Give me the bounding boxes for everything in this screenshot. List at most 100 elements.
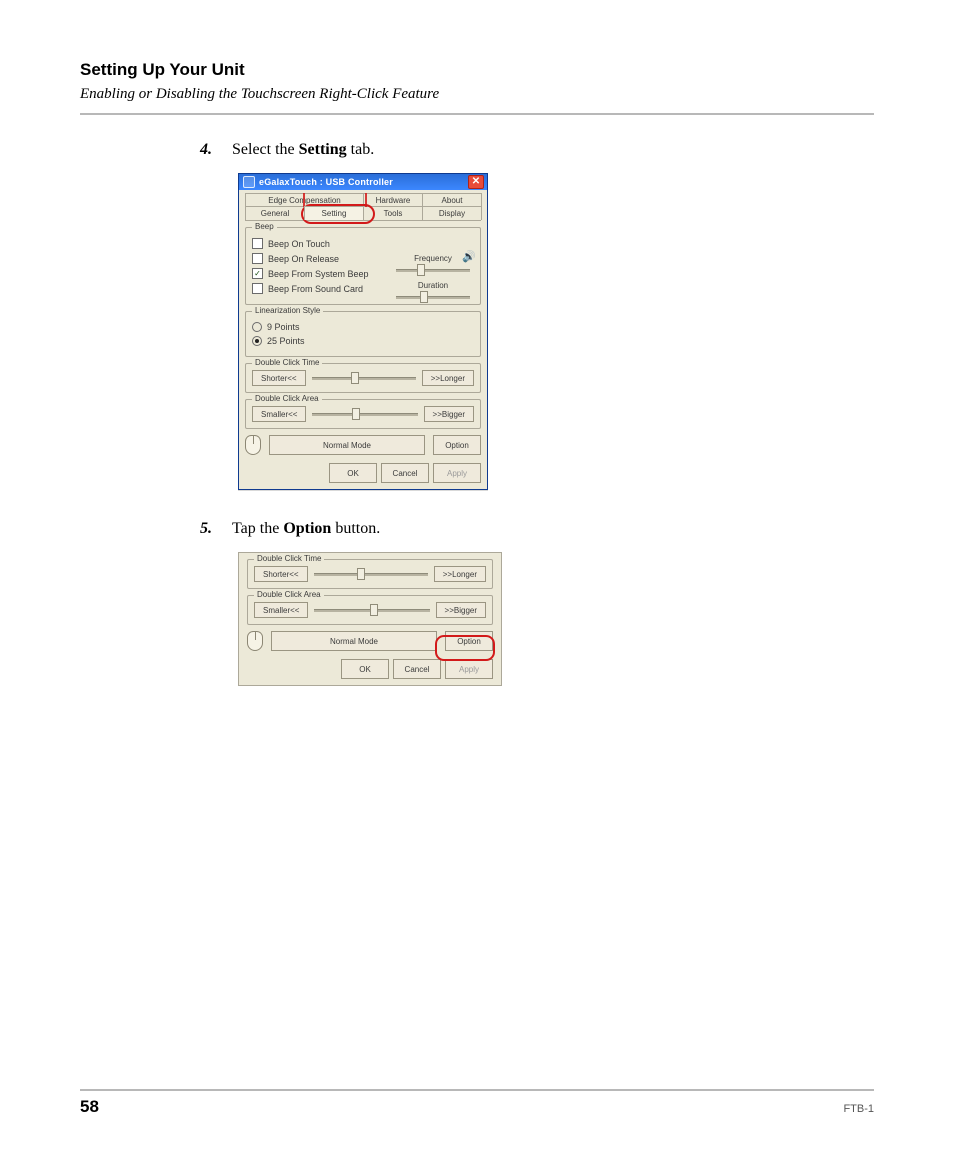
dca-slider[interactable]	[314, 605, 429, 615]
group-double-click-time: Double Click Time Shorter<< >>Longer	[247, 559, 493, 589]
dct-slider[interactable]	[312, 373, 416, 383]
frequency-label: Frequency	[396, 254, 470, 263]
dct-longer-button[interactable]: >>Longer	[422, 370, 474, 386]
slider-thumb[interactable]	[351, 372, 359, 384]
dca-smaller-button[interactable]: Smaller<<	[252, 406, 306, 422]
beep-sliders: 🔊 Frequency Duration	[396, 254, 470, 302]
step-number: 4.	[192, 141, 212, 159]
step-4: 4. Select the Setting tab.	[192, 141, 874, 159]
window-body: Edge Compensation Hardware About General…	[239, 190, 487, 489]
titlebar[interactable]: eGalaxTouch : USB Controller ✕	[239, 174, 487, 190]
step-5: 5. Tap the Option button.	[192, 520, 874, 538]
figure-1: eGalaxTouch : USB Controller ✕ Edge Comp…	[238, 173, 874, 490]
tab-tools[interactable]: Tools	[363, 206, 423, 220]
cancel-button[interactable]: Cancel	[381, 463, 429, 483]
checkbox-beep-system[interactable]: ✓ Beep From System Beep	[252, 268, 392, 279]
page-number: 58	[80, 1097, 99, 1117]
dca-bigger-button[interactable]: >>Bigger	[424, 406, 474, 422]
ok-button[interactable]: OK	[329, 463, 377, 483]
slider-thumb[interactable]	[370, 604, 378, 616]
tab-general[interactable]: General	[245, 206, 305, 220]
step-4-pre: Select the	[232, 141, 299, 158]
tab-hardware[interactable]: Hardware	[363, 193, 423, 207]
dct-shorter-button[interactable]: Shorter<<	[254, 566, 308, 582]
section-subtitle: Enabling or Disabling the Touchscreen Ri…	[80, 86, 874, 103]
radio-label: 25 Points	[267, 336, 305, 346]
dct-longer-button[interactable]: >>Longer	[434, 566, 486, 582]
figure-2: Double Click Time Shorter<< >>Longer Dou…	[238, 552, 874, 686]
checkbox-icon	[252, 253, 263, 264]
tabs: Edge Compensation Hardware About General…	[245, 194, 481, 221]
group-dca-legend: Double Click Area	[254, 590, 324, 599]
egalax-window-partial: Double Click Time Shorter<< >>Longer Dou…	[238, 552, 502, 686]
normal-mode-button[interactable]: Normal Mode	[269, 435, 425, 455]
step-5-text: Tap the Option button.	[232, 520, 380, 538]
slider-thumb[interactable]	[420, 291, 428, 303]
option-button[interactable]: Option	[433, 435, 481, 455]
section-title: Setting Up Your Unit	[80, 60, 874, 80]
checkbox-label: Beep On Touch	[268, 239, 330, 249]
step-number: 5.	[192, 520, 212, 538]
group-dca-legend: Double Click Area	[252, 394, 322, 403]
egalax-window: eGalaxTouch : USB Controller ✕ Edge Comp…	[238, 173, 488, 490]
slider-thumb[interactable]	[357, 568, 365, 580]
radio-label: 9 Points	[267, 322, 300, 332]
radio-icon	[252, 322, 262, 332]
window-icon	[243, 176, 255, 188]
close-button[interactable]: ✕	[468, 175, 484, 189]
frequency-slider[interactable]	[396, 265, 470, 275]
mouse-icon	[245, 435, 261, 455]
checkbox-beep-soundcard[interactable]: Beep From Sound Card	[252, 283, 392, 294]
apply-button[interactable]: Apply	[433, 463, 481, 483]
group-beep-legend: Beep	[252, 222, 277, 231]
slider-track	[396, 296, 470, 299]
checkbox-label: Beep From Sound Card	[268, 284, 363, 294]
dialog-buttons: OK Cancel Apply	[245, 463, 481, 483]
dca-bigger-button[interactable]: >>Bigger	[436, 602, 486, 618]
group-dct-legend: Double Click Time	[252, 358, 322, 367]
dca-slider[interactable]	[312, 409, 417, 419]
tab-setting[interactable]: Setting	[304, 206, 364, 220]
apply-button[interactable]: Apply	[445, 659, 493, 679]
dca-smaller-button[interactable]: Smaller<<	[254, 602, 308, 618]
checkbox-icon	[252, 283, 263, 294]
footer-rule	[80, 1089, 874, 1091]
option-button[interactable]: Option	[445, 631, 493, 651]
slider-thumb[interactable]	[417, 264, 425, 276]
radio-9-points[interactable]: 9 Points	[252, 322, 474, 332]
window-title: eGalaxTouch : USB Controller	[259, 177, 393, 187]
mode-row: Normal Mode Option	[247, 631, 493, 651]
manual-page: Setting Up Your Unit Enabling or Disabli…	[0, 0, 954, 1159]
radio-icon	[252, 336, 262, 346]
slider-track	[396, 269, 470, 272]
dct-slider[interactable]	[314, 569, 428, 579]
normal-mode-button[interactable]: Normal Mode	[271, 631, 437, 651]
radio-25-points[interactable]: 25 Points	[252, 336, 474, 346]
step-5-bold: Option	[283, 520, 331, 537]
slider-thumb[interactable]	[352, 408, 360, 420]
checkbox-icon: ✓	[252, 268, 263, 279]
group-double-click-area: Double Click Area Smaller<< >>Bigger	[245, 399, 481, 429]
duration-slider[interactable]	[396, 292, 470, 302]
checkbox-beep-on-touch[interactable]: Beep On Touch	[252, 238, 392, 249]
cancel-button[interactable]: Cancel	[393, 659, 441, 679]
slider-track	[314, 573, 428, 576]
tab-about[interactable]: About	[422, 193, 482, 207]
speaker-icon: 🔊	[462, 250, 474, 262]
tab-edge-compensation[interactable]: Edge Compensation	[245, 193, 364, 207]
step-5-post: button.	[331, 520, 380, 537]
radio-dot-icon	[255, 339, 259, 343]
checkbox-beep-on-release[interactable]: Beep On Release	[252, 253, 392, 264]
slider-track	[312, 413, 417, 416]
tab-display[interactable]: Display	[422, 206, 482, 220]
mouse-icon	[247, 631, 263, 651]
duration-label: Duration	[396, 281, 470, 290]
page-footer: 58 FTB-1	[80, 1089, 874, 1117]
ok-button[interactable]: OK	[341, 659, 389, 679]
group-beep: Beep Beep On Touch Beep On Release ✓ Bee…	[245, 227, 481, 305]
group-linearization-legend: Linearization Style	[252, 306, 323, 315]
step-5-pre: Tap the	[232, 520, 283, 537]
group-double-click-time: Double Click Time Shorter<< >>Longer	[245, 363, 481, 393]
checkbox-label: Beep On Release	[268, 254, 339, 264]
dct-shorter-button[interactable]: Shorter<<	[252, 370, 306, 386]
